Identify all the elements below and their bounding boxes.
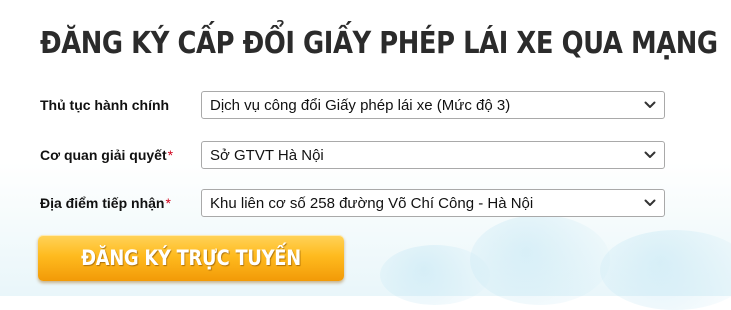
- chevron-down-icon: [644, 151, 656, 158]
- form-row-agency: Cơ quan giải quyết* Sở GTVT Hà Nội: [0, 141, 731, 171]
- agency-label-text: Cơ quan giải quyết: [40, 147, 167, 163]
- form-row-procedure: Thủ tục hành chính Dịch vụ công đổi Giấy…: [0, 91, 731, 121]
- register-online-button-label: ĐĂNG KÝ TRỰC TUYẾN: [81, 246, 301, 270]
- location-select[interactable]: Khu liên cơ số 258 đường Võ Chí Công - H…: [201, 189, 665, 217]
- location-label: Địa điểm tiếp nhận*: [40, 195, 171, 211]
- location-select-value: Khu liên cơ số 258 đường Võ Chí Công - H…: [210, 195, 534, 212]
- agency-label: Cơ quan giải quyết*: [40, 147, 173, 163]
- required-marker: *: [167, 147, 174, 163]
- procedure-select[interactable]: Dịch vụ công đổi Giấy phép lái xe (Mức đ…: [201, 91, 665, 119]
- register-online-button[interactable]: ĐĂNG KÝ TRỰC TUYẾN: [38, 235, 344, 281]
- procedure-label: Thủ tục hành chính: [40, 97, 169, 113]
- form-row-location: Địa điểm tiếp nhận* Khu liên cơ số 258 đ…: [0, 189, 731, 219]
- agency-select-value: Sở GTVT Hà Nội: [210, 147, 324, 164]
- page-title: ĐĂNG KÝ CẤP ĐỔI GIẤY PHÉP LÁI XE QUA MẠN…: [40, 26, 718, 61]
- agency-select[interactable]: Sở GTVT Hà Nội: [201, 141, 665, 169]
- procedure-select-value: Dịch vụ công đổi Giấy phép lái xe (Mức đ…: [210, 97, 511, 114]
- location-label-text: Địa điểm tiếp nhận: [40, 195, 165, 211]
- required-marker: *: [165, 195, 171, 211]
- chevron-down-icon: [644, 199, 656, 206]
- chevron-down-icon: [644, 101, 656, 108]
- procedure-label-text: Thủ tục hành chính: [40, 97, 170, 113]
